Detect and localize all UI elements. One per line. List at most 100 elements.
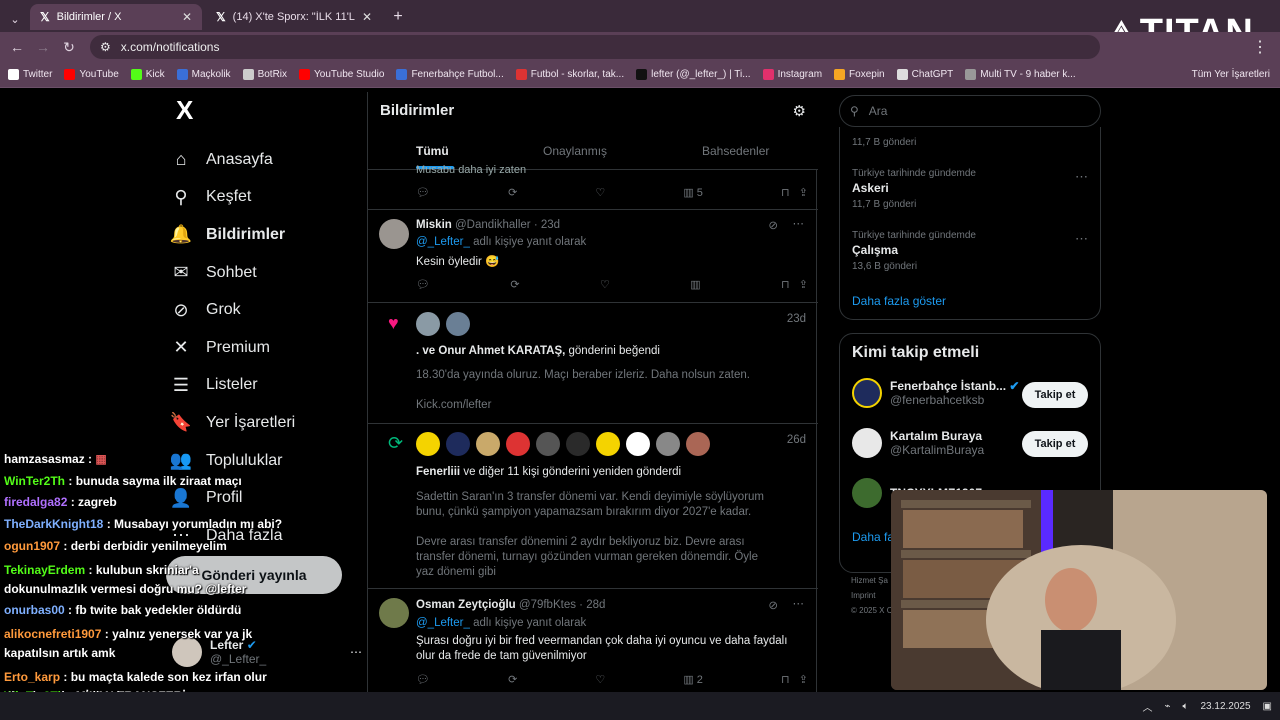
avatar[interactable] bbox=[536, 432, 560, 456]
more-icon[interactable]: ⋯ bbox=[793, 596, 805, 610]
repost-icon[interactable]: ⟳ bbox=[510, 278, 519, 291]
tab-all[interactable]: Tümü bbox=[416, 144, 449, 158]
bookmark-item[interactable]: Futbol - skorlar, tak... bbox=[515, 69, 624, 80]
show-more-link[interactable]: Daha fa bbox=[852, 530, 894, 544]
more-icon[interactable]: ⋯ bbox=[1075, 231, 1088, 247]
bookmark-item[interactable]: ChatGPT bbox=[896, 69, 953, 80]
clock-date[interactable]: 23.12.2025 bbox=[1200, 701, 1250, 712]
repost-icon[interactable]: ⟳ bbox=[508, 186, 517, 199]
sidebar-item-home[interactable]: ⌂ Anasayfa bbox=[170, 141, 370, 179]
like-icon[interactable]: ♡ bbox=[595, 673, 605, 686]
menu-icon[interactable]: ⋮ bbox=[1252, 37, 1268, 57]
trend-item[interactable]: 11,7 B gönderi bbox=[852, 137, 916, 148]
bookmark-icon[interactable]: ⊓ ⇪ bbox=[781, 278, 808, 291]
bookmark-item[interactable]: Fenerbahçe Futbol... bbox=[396, 69, 504, 80]
network-icon[interactable]: ⌁ bbox=[1164, 701, 1170, 712]
show-more-link[interactable]: Daha fazla göster bbox=[852, 294, 946, 308]
avatar[interactable] bbox=[506, 432, 530, 456]
avatar[interactable] bbox=[656, 432, 680, 456]
volume-icon[interactable]: 🔈︎ bbox=[1182, 701, 1188, 712]
notification-partial[interactable]: Musabu daha iyi zaten 💬︎ ⟳ ♡ ▥ 5 ⊓ ⇪ bbox=[368, 164, 818, 210]
more-icon[interactable]: ⋯ bbox=[793, 216, 805, 230]
avatar[interactable] bbox=[416, 312, 440, 336]
sidebar-item-grok[interactable]: ⊘ Grok bbox=[170, 291, 370, 329]
trend-item[interactable]: Türkiye tarihinde gündemde Çalışma 13,6 … bbox=[852, 230, 976, 272]
follow-button[interactable]: Takip et bbox=[1022, 431, 1088, 457]
search-input[interactable]: ⚲ Ara bbox=[839, 95, 1101, 127]
avatar[interactable] bbox=[446, 312, 470, 336]
sidebar-item-search[interactable]: ⚲ Keşfet bbox=[170, 179, 370, 217]
avatar[interactable] bbox=[596, 432, 620, 456]
tab-list-button[interactable]: ⌄ bbox=[4, 6, 26, 32]
tab-notifications[interactable]: 𝕏 Bildirimler / X ✕ bbox=[30, 4, 202, 30]
views-icon[interactable]: ▥ bbox=[690, 278, 700, 291]
bookmark-item[interactable]: lefter (@_lefter_) | Ti... bbox=[636, 69, 751, 80]
views-icon[interactable]: ▥ 2 bbox=[683, 673, 703, 686]
notification-like[interactable]: ♥ 23d . ve Onur Ahmet KARATAŞ, gönderini… bbox=[368, 303, 818, 424]
avatar[interactable] bbox=[566, 432, 590, 456]
x-home-logo[interactable]: X bbox=[176, 95, 370, 127]
sidebar-item-list[interactable]: ☰ Listeler bbox=[170, 367, 370, 405]
bookmark-item[interactable]: Multi TV - 9 haber k... bbox=[965, 69, 1076, 80]
notification-icon[interactable]: ▣ bbox=[1263, 701, 1272, 712]
more-icon[interactable]: ⋯ bbox=[1075, 169, 1088, 185]
tab-mentions[interactable]: Bahsedenler bbox=[702, 144, 769, 158]
like-icon[interactable]: ♡ bbox=[595, 186, 605, 199]
notification-reply[interactable]: Osman Zeytçioğlu @79fbKtes · 28d ⊘ ⋯ @_L… bbox=[368, 589, 818, 692]
new-tab-button[interactable]: + bbox=[386, 4, 410, 30]
bookmark-icon[interactable]: ⊓ ⇪ bbox=[781, 186, 808, 199]
bookmark-item[interactable]: Twitter bbox=[8, 69, 52, 80]
author-name[interactable]: Miskin bbox=[416, 219, 452, 231]
avatar[interactable] bbox=[416, 432, 440, 456]
tab-verified[interactable]: Onaylanmış bbox=[543, 144, 607, 158]
site-info-icon[interactable]: ⚙ bbox=[100, 40, 111, 54]
forward-icon[interactable]: → bbox=[30, 39, 56, 55]
reply-target-link[interactable]: @_Lefter_ bbox=[416, 617, 470, 629]
notification-repost[interactable]: ⟳ 26d Fenerliii ve diğer 11 kişi gönderi… bbox=[368, 424, 818, 589]
reply-target-link[interactable]: @_Lefter_ bbox=[416, 236, 470, 248]
liked-post-link[interactable]: Kick.com/lefter bbox=[416, 399, 491, 411]
grok-icon[interactable]: ⊘ bbox=[768, 598, 778, 612]
more-icon[interactable]: ⋯ bbox=[350, 645, 362, 659]
bookmark-item[interactable]: BotRix bbox=[242, 69, 287, 80]
author-name[interactable]: Osman Zeytçioğlu bbox=[416, 599, 516, 611]
avatar[interactable] bbox=[686, 432, 710, 456]
repost-icon[interactable]: ⟳ bbox=[508, 673, 517, 686]
avatar[interactable] bbox=[476, 432, 500, 456]
footer-link[interactable]: Hizmet Şa bbox=[851, 573, 892, 588]
sidebar-item-x-premium[interactable]: ✕ Premium bbox=[170, 329, 370, 367]
bookmark-item[interactable]: Maçkolik bbox=[176, 69, 231, 80]
footer-link[interactable]: Imprint bbox=[851, 588, 892, 603]
tray-chevron-icon[interactable]: ︿ bbox=[1142, 699, 1152, 714]
avatar[interactable] bbox=[446, 432, 470, 456]
reply-icon[interactable]: 💬︎ bbox=[416, 673, 430, 686]
bookmark-item[interactable]: Foxepin bbox=[834, 69, 885, 80]
bookmark-icon[interactable]: ⊓ ⇪ bbox=[781, 673, 808, 686]
views-icon[interactable]: ▥ 5 bbox=[683, 186, 703, 199]
trend-item[interactable]: Türkiye tarihinde gündemde Askeri 11,7 B… bbox=[852, 168, 976, 210]
all-bookmarks-folder[interactable]: Tüm Yer İşaretleri bbox=[1192, 69, 1270, 80]
notification-reply[interactable]: Miskin @Dandikhaller · 23d ⊘ ⋯ @_Lefter_… bbox=[368, 210, 818, 303]
reply-icon[interactable]: 💬︎ bbox=[416, 278, 430, 291]
liker-name[interactable]: Onur Ahmet KARATAŞ, bbox=[438, 345, 565, 357]
back-icon[interactable]: ← bbox=[4, 39, 30, 55]
sidebar-item-mail[interactable]: ✉ Sohbet bbox=[170, 254, 370, 292]
reposter-name[interactable]: Fenerliii bbox=[416, 466, 460, 478]
grok-icon[interactable]: ⊘ bbox=[768, 218, 778, 232]
avatar[interactable] bbox=[626, 432, 650, 456]
sidebar-item-bookmark[interactable]: 🔖 Yer İşaretleri bbox=[170, 404, 370, 442]
settings-gear-icon[interactable]: ⚙ bbox=[793, 102, 806, 120]
like-icon[interactable]: ♡ bbox=[600, 278, 610, 291]
tab-sporx[interactable]: 𝕏 (14) X'te Sporx: "İLK 11'LER Fen ✕ bbox=[206, 4, 382, 30]
bookmark-item[interactable]: YouTube Studio bbox=[299, 69, 384, 80]
bookmark-item[interactable]: Instagram bbox=[762, 69, 822, 80]
url-field[interactable]: ⚙ x.com/notifications bbox=[90, 35, 1100, 59]
bookmark-item[interactable]: YouTube bbox=[64, 69, 119, 80]
close-icon[interactable]: ✕ bbox=[182, 10, 192, 24]
bookmark-item[interactable]: Kick bbox=[130, 69, 165, 80]
follow-button[interactable]: Takip et bbox=[1022, 382, 1088, 408]
reload-icon[interactable]: ↻ bbox=[56, 39, 82, 56]
close-icon[interactable]: ✕ bbox=[362, 10, 372, 24]
reply-icon[interactable]: 💬︎ bbox=[416, 186, 430, 199]
sidebar-item-bell[interactable]: 🔔 Bildirimler bbox=[170, 216, 370, 254]
